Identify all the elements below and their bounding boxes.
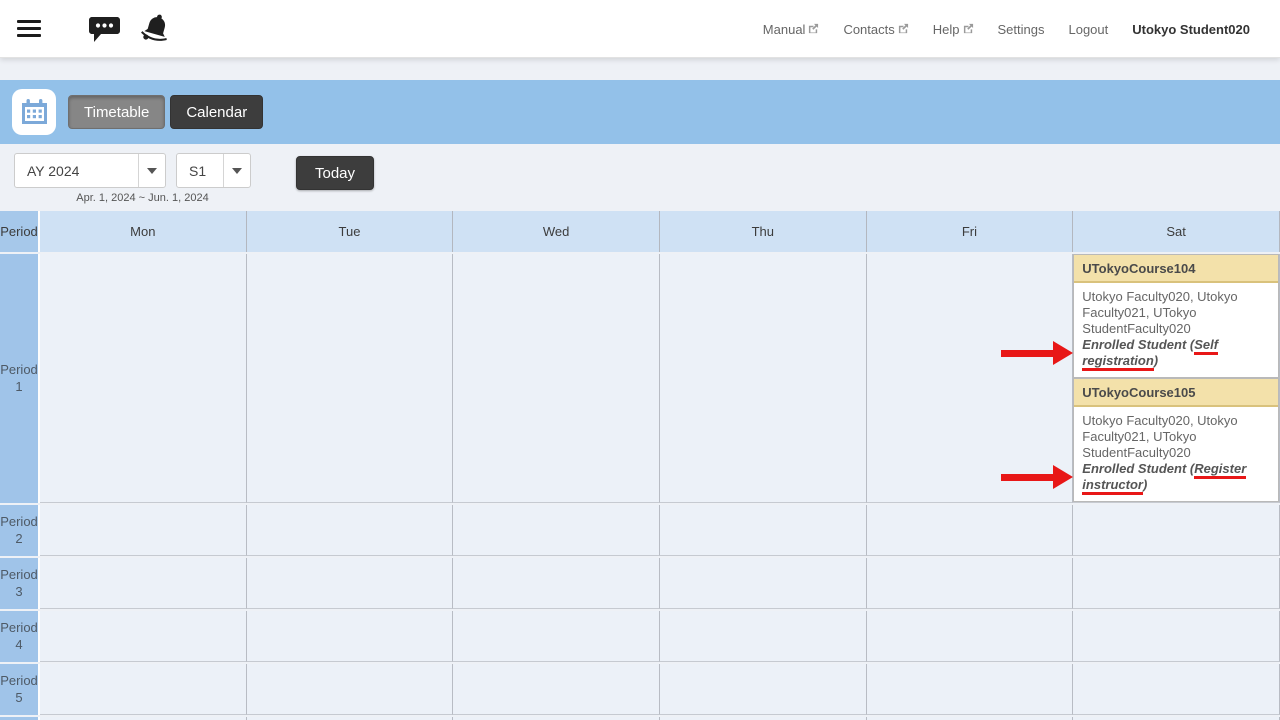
chat-bubble-icon[interactable] — [88, 14, 121, 43]
enrollment-status: Enrolled Student (Register instructor) — [1082, 461, 1270, 493]
nav-manual[interactable]: Manual — [763, 22, 820, 37]
nav-help-label: Help — [933, 22, 960, 37]
cell-mon-p2 — [40, 505, 247, 556]
calendar-icon-chip[interactable] — [12, 89, 56, 135]
cell-mon-p1 — [40, 254, 247, 503]
external-link-icon — [898, 23, 909, 34]
cell-mon-p5 — [40, 664, 247, 715]
day-header-fri: Fri — [867, 211, 1074, 252]
cell-tue-p5 — [247, 664, 454, 715]
period-3-row: Period 3 — [0, 558, 1280, 609]
course-card-utokyocourse104[interactable]: UTokyoCourse104 Utokyo Faculty020, Utoky… — [1073, 254, 1279, 378]
cell-thu-p3 — [660, 558, 867, 609]
period-3-label: Period 3 — [0, 558, 40, 609]
cell-tue-p4 — [247, 611, 454, 662]
day-header-thu: Thu — [660, 211, 867, 252]
cell-fri-p3 — [867, 558, 1074, 609]
cell-fri-p5 — [867, 664, 1074, 715]
period-2-label: Period 2 — [0, 505, 40, 556]
nav-logout-label: Logout — [1068, 22, 1108, 37]
term-select[interactable]: S1 — [176, 153, 251, 188]
calendar-tab[interactable]: Calendar — [170, 95, 263, 129]
day-header-sat: Sat — [1073, 211, 1280, 252]
period-4-row: Period 4 — [0, 611, 1280, 662]
period-column-header: Period — [0, 211, 40, 252]
period-5-row: Period 5 — [0, 664, 1280, 715]
course-instructors: Utokyo Faculty020, Utokyo Faculty021, UT… — [1082, 413, 1237, 460]
day-header-wed: Wed — [453, 211, 660, 252]
cell-sat-p4 — [1073, 611, 1280, 662]
timetable-tab[interactable]: Timetable — [68, 95, 165, 129]
term-date-range: Apr. 1, 2024 ~ Jun. 1, 2024 — [0, 192, 285, 204]
chevron-down-icon — [138, 154, 165, 187]
cell-tue-p3 — [247, 558, 454, 609]
cell-fri-p2 — [867, 505, 1074, 556]
timetable-grid: Period Mon Tue Wed Thu Fri Sat Period 1 … — [0, 209, 1280, 720]
enrollment-status: Enrolled Student (Self registration) — [1082, 337, 1270, 369]
period-5-label: Period 5 — [0, 664, 40, 715]
cell-fri-p1 — [867, 254, 1074, 503]
nav-contacts-label: Contacts — [843, 22, 894, 37]
status-prefix: Enrolled Student ( — [1082, 337, 1194, 352]
nav-settings[interactable]: Settings — [998, 22, 1045, 37]
cell-tue-p1 — [247, 254, 454, 503]
top-navigation: Manual Contacts Help Settings Logout — [763, 0, 1250, 58]
top-header: Manual Contacts Help Settings Logout — [0, 0, 1280, 58]
course-card-utokyocourse105[interactable]: UTokyoCourse105 Utokyo Faculty020, Utoky… — [1073, 378, 1279, 502]
cell-thu-p1 — [660, 254, 867, 503]
day-header-mon: Mon — [40, 211, 247, 252]
cell-thu-p4 — [660, 611, 867, 662]
calendar-icon — [21, 98, 48, 126]
nav-logout[interactable]: Logout — [1068, 22, 1108, 37]
cell-thu-p2 — [660, 505, 867, 556]
cell-wed-p1 — [453, 254, 660, 503]
term-value: S1 — [177, 154, 223, 187]
external-link-icon — [963, 23, 974, 34]
timetable-header-row: Period Mon Tue Wed Thu Fri Sat — [0, 211, 1280, 252]
cell-wed-p4 — [453, 611, 660, 662]
cell-sat-p3 — [1073, 558, 1280, 609]
notification-bell-icon[interactable] — [138, 11, 174, 47]
academic-year-select[interactable]: AY 2024 — [14, 153, 166, 188]
status-suffix: ) — [1143, 477, 1147, 492]
cell-mon-p3 — [40, 558, 247, 609]
cell-sat-p2 — [1073, 505, 1280, 556]
today-button[interactable]: Today — [296, 156, 374, 190]
day-header-tue: Tue — [247, 211, 454, 252]
logged-in-user: Utokyo Student020 — [1132, 22, 1250, 37]
course-title[interactable]: UTokyoCourse104 — [1074, 255, 1278, 283]
period-4-label: Period 4 — [0, 611, 40, 662]
cell-wed-p5 — [453, 664, 660, 715]
cell-sat-p1: UTokyoCourse104 Utokyo Faculty020, Utoky… — [1073, 254, 1280, 503]
filter-bar: AY 2024 S1 Today Apr. 1, 2024 ~ Jun. 1, … — [0, 144, 1280, 209]
nav-contacts[interactable]: Contacts — [843, 22, 908, 37]
hamburger-menu-icon[interactable] — [17, 20, 41, 37]
nav-help[interactable]: Help — [933, 22, 974, 37]
cell-mon-p4 — [40, 611, 247, 662]
course-title[interactable]: UTokyoCourse105 — [1074, 379, 1278, 407]
nav-manual-label: Manual — [763, 22, 806, 37]
cell-wed-p2 — [453, 505, 660, 556]
cell-sat-p5 — [1073, 664, 1280, 715]
period-1-row: Period 1 UTokyoCourse104 Utokyo Faculty0… — [0, 254, 1280, 503]
period-1-label: Period 1 — [0, 254, 40, 503]
period-2-row: Period 2 — [0, 505, 1280, 556]
view-toolbar: Timetable Calendar — [0, 80, 1280, 144]
course-instructors: Utokyo Faculty020, Utokyo Faculty021, UT… — [1082, 289, 1237, 336]
cell-tue-p2 — [247, 505, 454, 556]
status-prefix: Enrolled Student ( — [1082, 461, 1194, 476]
chevron-down-icon — [223, 154, 250, 187]
cell-fri-p4 — [867, 611, 1074, 662]
cell-thu-p5 — [660, 664, 867, 715]
external-link-icon — [808, 23, 819, 34]
nav-settings-label: Settings — [998, 22, 1045, 37]
status-suffix: ) — [1154, 353, 1158, 368]
cell-wed-p3 — [453, 558, 660, 609]
academic-year-value: AY 2024 — [15, 154, 138, 187]
